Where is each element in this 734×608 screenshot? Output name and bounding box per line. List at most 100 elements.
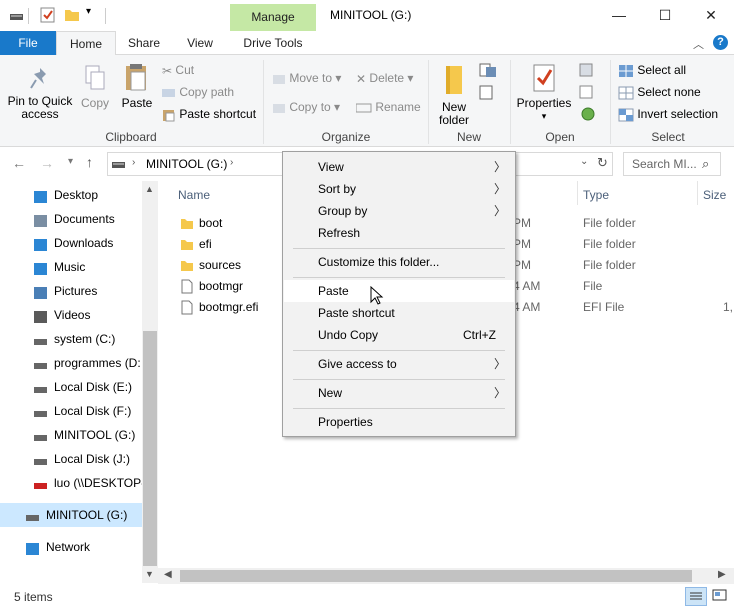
back-arrow-icon[interactable]: ← xyxy=(12,155,26,171)
nav-item[interactable]: programmes (D: xyxy=(0,351,142,375)
breadcrumb-chevron-icon[interactable]: › xyxy=(230,157,233,168)
properties-button[interactable]: Properties ▾ xyxy=(516,62,572,123)
customize-quick-access-icon[interactable]: ▾ xyxy=(86,6,91,17)
rename-icon xyxy=(356,103,372,113)
recent-locations-icon[interactable]: ▾ xyxy=(68,156,73,167)
up-arrow-icon[interactable]: ↑ xyxy=(86,154,93,170)
paste-shortcut-button[interactable]: Paste shortcut xyxy=(162,106,256,122)
close-button[interactable]: ✕ xyxy=(688,0,734,31)
menu-item-undo-copy[interactable]: Undo Copy Ctrl+Z xyxy=(284,324,514,346)
paste-button[interactable]: Paste xyxy=(118,62,156,110)
copy-icon xyxy=(85,65,105,90)
file-icon xyxy=(180,300,194,315)
nav-item[interactable]: Pictures xyxy=(0,279,142,303)
menu-item-customize[interactable]: Customize this folder... xyxy=(284,251,514,273)
collapse-ribbon-icon[interactable]: ︿ xyxy=(693,36,704,52)
refresh-icon[interactable]: ↻ xyxy=(597,155,608,171)
menu-item-group-by[interactable]: Group by 〉 xyxy=(284,200,514,222)
invert-selection-button[interactable]: Invert selection xyxy=(618,106,718,122)
scroll-right-icon[interactable]: ▶ xyxy=(718,569,726,580)
horizontal-scrollbar[interactable]: ◀ ▶ xyxy=(158,568,734,584)
column-header-size[interactable]: Size xyxy=(703,188,726,202)
tab-share[interactable]: Share xyxy=(116,31,172,55)
menu-separator xyxy=(293,350,505,351)
new-folder-quick-icon[interactable] xyxy=(64,7,80,23)
nav-scrollbar[interactable]: ▲ ▼ xyxy=(142,181,158,583)
breadcrumb-current[interactable]: MINITOOL (G:) xyxy=(146,157,227,171)
submenu-arrow-icon: 〉 xyxy=(493,160,506,174)
large-icons-view-icon[interactable] xyxy=(710,587,730,606)
history-icon[interactable] xyxy=(578,106,600,122)
pin-to-quick-access-button[interactable]: Pin to Quick access xyxy=(6,66,74,121)
maximize-button[interactable]: ☐ xyxy=(642,0,688,31)
manage-context-tab[interactable]: Manage xyxy=(230,4,316,31)
desktop-icon xyxy=(33,188,48,203)
nav-item[interactable]: Network xyxy=(0,535,142,559)
nav-item[interactable]: Local Disk (F:) xyxy=(0,399,142,423)
menu-item-properties[interactable]: Properties xyxy=(284,411,514,433)
menu-item-sort-by[interactable]: Sort by 〉 xyxy=(284,178,514,200)
file-icon xyxy=(180,279,194,294)
rename-button[interactable]: Rename xyxy=(356,99,421,115)
nav-item[interactable]: Videos xyxy=(0,303,142,327)
copy-path-button[interactable]: Copy path xyxy=(162,84,234,100)
network-icon xyxy=(25,540,40,555)
menu-separator xyxy=(293,277,505,278)
address-dropdown-icon[interactable]: ⌄ xyxy=(580,156,588,167)
menu-item-paste-shortcut[interactable]: Paste shortcut xyxy=(284,302,514,324)
copy-to-icon xyxy=(273,103,285,113)
copy-button[interactable]: Copy xyxy=(78,64,112,110)
delete-button[interactable]: ✕ Delete ▾ xyxy=(356,70,413,87)
details-view-icon[interactable] xyxy=(685,587,707,606)
menu-item-paste[interactable]: Paste xyxy=(284,280,514,302)
nav-item[interactable]: Music xyxy=(0,255,142,279)
hscroll-thumb[interactable] xyxy=(180,570,692,582)
tab-view[interactable]: View xyxy=(172,31,228,55)
tab-drive-tools[interactable]: Drive Tools xyxy=(230,31,316,55)
easy-access-icon[interactable] xyxy=(478,84,500,102)
search-icon[interactable]: ⌕ xyxy=(702,156,709,172)
scroll-down-icon[interactable]: ▼ xyxy=(145,569,154,579)
nav-item[interactable]: system (C:) xyxy=(0,327,142,351)
column-header-type[interactable]: Type xyxy=(583,188,609,202)
column-header-name[interactable]: Name xyxy=(178,188,210,202)
menu-item-give-access[interactable]: Give access to 〉 xyxy=(284,353,514,375)
properties-quick-icon[interactable] xyxy=(40,7,56,23)
menu-item-refresh[interactable]: Refresh xyxy=(284,222,514,244)
nav-item[interactable]: Documents xyxy=(0,207,142,231)
drive-icon xyxy=(33,380,48,394)
nav-item[interactable]: Desktop xyxy=(0,183,142,207)
nav-item[interactable]: Local Disk (E:) xyxy=(0,375,142,399)
new-folder-button[interactable]: New folder xyxy=(434,64,474,127)
nav-item[interactable]: Downloads xyxy=(0,231,142,255)
new-item-icon[interactable] xyxy=(478,62,500,80)
scroll-left-icon[interactable]: ◀ xyxy=(164,569,172,580)
menu-item-view[interactable]: View 〉 xyxy=(284,156,514,178)
edit-icon[interactable] xyxy=(578,84,600,100)
nav-item-label: MINITOOL (G:) xyxy=(46,508,128,522)
minimize-button[interactable]: — xyxy=(596,0,642,31)
file-date: 4 AM xyxy=(513,300,541,314)
scroll-thumb[interactable] xyxy=(143,331,157,566)
drive-icon xyxy=(33,452,48,466)
forward-arrow-icon[interactable]: → xyxy=(40,155,54,171)
menu-separator xyxy=(293,379,505,380)
cut-button[interactable]: ✂ Cut xyxy=(162,62,194,79)
nav-item[interactable]: MINITOOL (G:) xyxy=(0,503,142,527)
nav-item[interactable]: MINITOOL (G:) xyxy=(0,423,142,447)
nav-item[interactable]: Local Disk (J:) xyxy=(0,447,142,471)
tab-home[interactable]: Home xyxy=(56,31,116,56)
scroll-up-icon[interactable]: ▲ xyxy=(145,184,154,194)
select-all-button[interactable]: Select all xyxy=(618,62,686,78)
menu-item-new[interactable]: New 〉 xyxy=(284,382,514,404)
submenu-arrow-icon: 〉 xyxy=(493,204,506,218)
select-none-button[interactable]: Select none xyxy=(618,84,701,100)
tab-file[interactable]: File xyxy=(0,31,56,55)
nav-item[interactable]: luo (\\DESKTOP- xyxy=(0,471,142,495)
copy-to-button[interactable]: Copy to ▾ xyxy=(272,99,340,115)
open-icon[interactable] xyxy=(578,62,600,78)
status-bar xyxy=(0,584,734,608)
help-icon[interactable]: ? xyxy=(713,35,728,50)
move-to-button[interactable]: Move to ▾ xyxy=(272,70,341,86)
breadcrumb-separator-icon[interactable]: › xyxy=(132,157,135,168)
